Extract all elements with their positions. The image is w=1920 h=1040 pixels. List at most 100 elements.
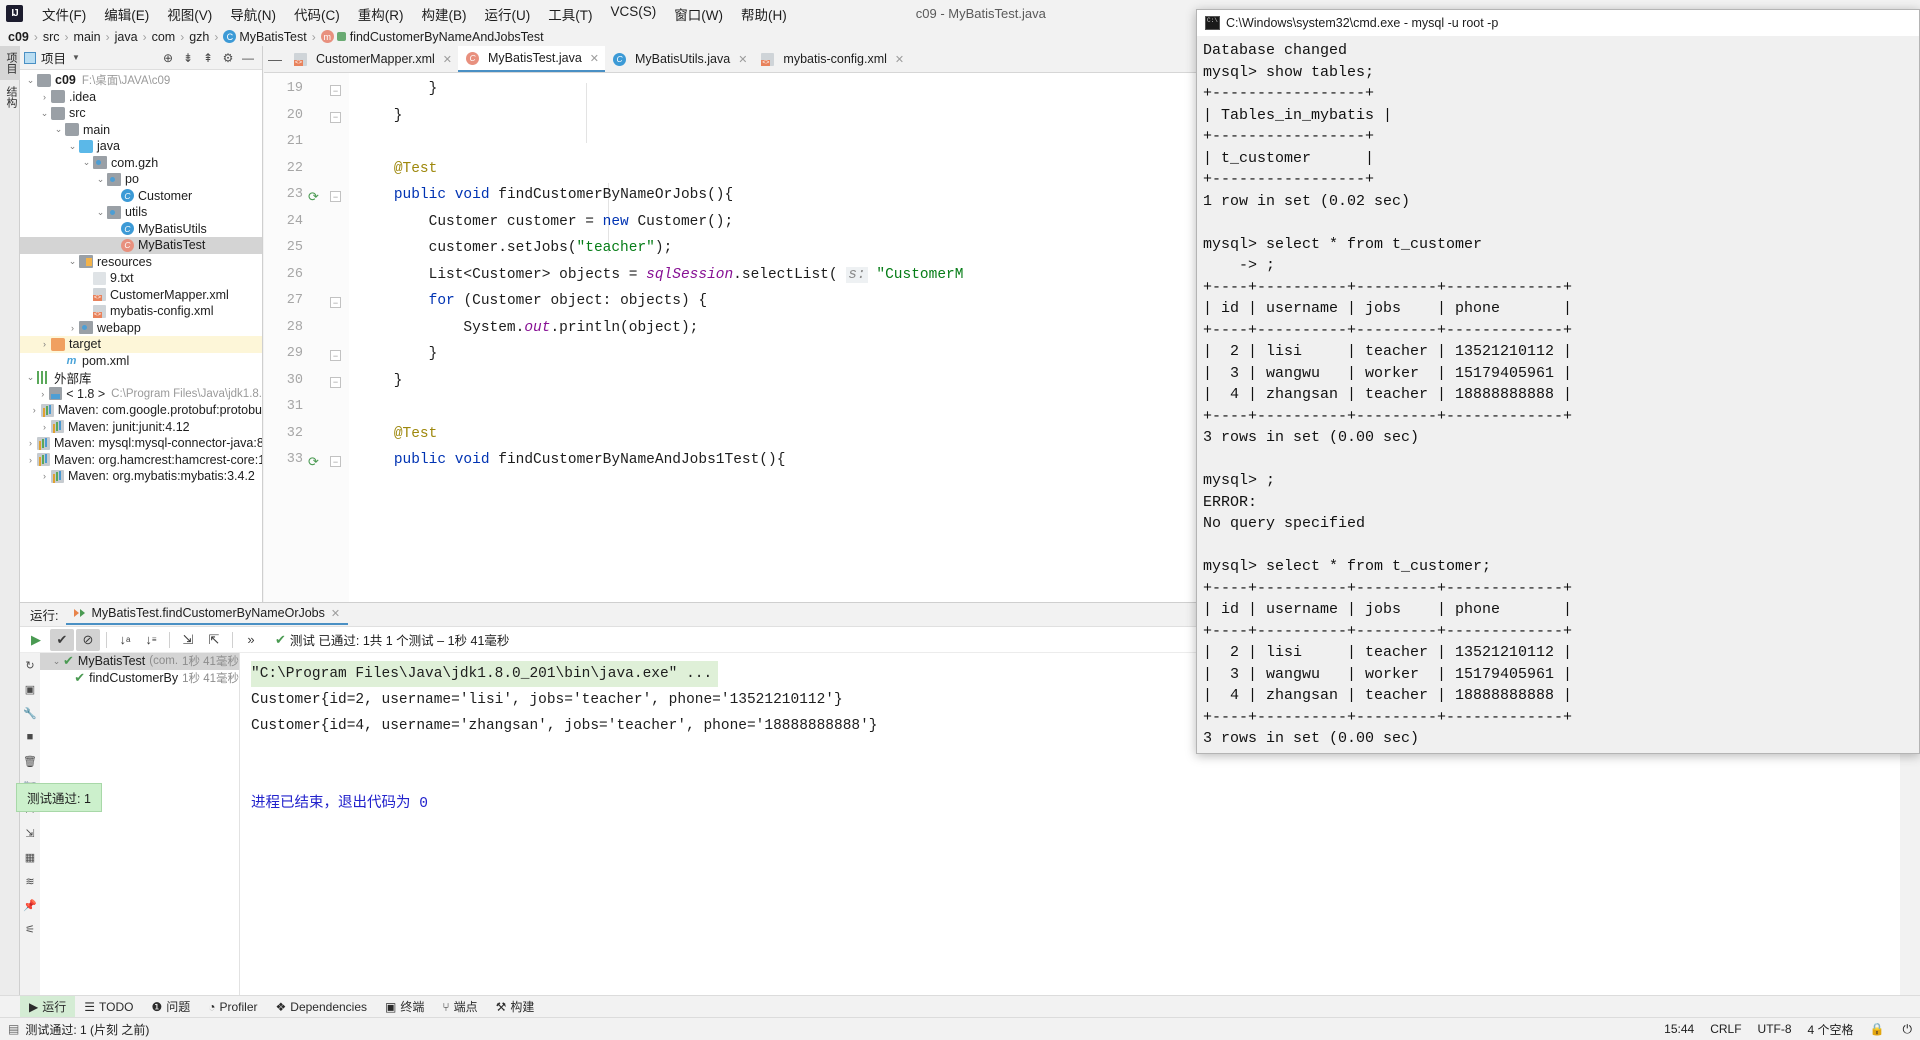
expand-arrow-icon[interactable]: ⌄ — [66, 256, 79, 267]
test-tree-node-0[interactable]: ⌄ ✔ MyBatisTest (com. 1秒 41毫秒 — [40, 653, 239, 670]
tree-node-webapp[interactable]: › webapp — [20, 320, 262, 337]
expand-arrow-icon[interactable]: ⌄ — [24, 75, 37, 86]
tree-node-maven--org-hamcrest-hamcrest-core-1[interactable]: › Maven: org.hamcrest:hamcrest-core:1 — [20, 452, 262, 469]
menu-item-9[interactable]: VCS(S) — [602, 1, 666, 27]
tree-node-maven--com-google-protobuf-protobu[interactable]: › Maven: com.google.protobuf:protobu — [20, 402, 262, 419]
expand-arrow-icon[interactable]: › — [38, 339, 51, 349]
history-icon[interactable]: ≋ — [22, 873, 38, 889]
tree-node-com-gzh[interactable]: ⌄ com.gzh — [20, 155, 262, 172]
tree-node-maven--junit-junit-4-12[interactable]: › Maven: junit:junit:4.12 — [20, 419, 262, 436]
tree-node-customermapper-xml[interactable]: CustomerMapper.xml — [20, 287, 262, 304]
test-tree-node-1[interactable]: ✔ findCustomerBy 1秒 41毫秒 — [40, 670, 239, 687]
breadcrumb-item-2[interactable]: main — [74, 30, 101, 44]
tree-node-pom-xml[interactable]: m pom.xml — [20, 353, 262, 370]
bottom-tab-profiler[interactable]: ◔ Profiler — [199, 998, 266, 1016]
breadcrumb-item-5[interactable]: gzh — [189, 30, 209, 44]
bottom-tab---[interactable]: ❶ 问题 — [142, 996, 199, 1017]
tree-node-9-txt[interactable]: 9.txt — [20, 270, 262, 287]
close-icon[interactable]: ✕ — [738, 53, 747, 66]
code-fold-icon[interactable]: − — [330, 350, 341, 361]
tree-node-c09[interactable]: ⌄ c09 F:\桌面\JAVA\c09 — [20, 72, 262, 89]
expand-arrow-icon[interactable]: › — [36, 389, 49, 399]
bottom-tab---[interactable]: ⚒ 构建 — [487, 996, 544, 1017]
expand-icon[interactable]: ⇞ — [198, 49, 218, 67]
import-icon[interactable]: ⇲ — [22, 825, 38, 841]
expand-arrow-icon[interactable]: ⌄ — [94, 207, 107, 218]
bottom-tab---[interactable]: ▣ 终端 — [376, 996, 433, 1017]
status-bar-item-2[interactable]: UTF-8 — [1758, 1022, 1792, 1036]
menu-item-5[interactable]: 重构(R) — [349, 1, 413, 27]
bottom-tab-dependencies[interactable]: ❖ Dependencies — [267, 998, 377, 1016]
breadcrumb-item-1[interactable]: src — [43, 30, 60, 44]
collapse-all-button[interactable]: ⇱ — [202, 629, 226, 651]
tree-node-mybatisutils[interactable]: C MyBatisUtils — [20, 221, 262, 238]
show-ignored-button[interactable]: ⊘ — [76, 628, 100, 651]
target-icon[interactable]: ⊕ — [158, 49, 178, 67]
hide-panel-icon[interactable]: — — [238, 49, 258, 67]
expand-arrow-icon[interactable]: › — [38, 471, 51, 481]
tree-node-target[interactable]: › target — [20, 336, 262, 353]
stop-icon[interactable]: ■ — [22, 729, 38, 745]
expand-arrow-icon[interactable]: ⌄ — [94, 174, 107, 185]
expand-arrow-icon[interactable]: ⌄ — [50, 656, 63, 667]
sort-by-duration-button[interactable]: ↓ ≡ — [139, 629, 163, 651]
tree-node-maven--org-mybatis-mybatis-3-4-2[interactable]: › Maven: org.mybatis:mybatis:3.4.2 — [20, 468, 262, 485]
editor-tab-mybatistest-java[interactable]: C MyBatisTest.java ✕ — [458, 46, 606, 72]
tool-tab-structure[interactable]: 结构 — [0, 80, 22, 114]
code-fold-icon[interactable]: − — [330, 297, 341, 308]
breadcrumb-item-0[interactable]: c09 — [8, 30, 29, 44]
collapse-all-icon[interactable]: ⇟ — [178, 49, 198, 67]
hide-editor-icon[interactable]: — — [264, 45, 286, 72]
code-fold-icon[interactable]: − — [330, 111, 341, 123]
tree-node-main[interactable]: ⌄ main — [20, 122, 262, 139]
expand-arrow-icon[interactable]: › — [38, 92, 51, 102]
tree-node-java[interactable]: ⌄ java — [20, 138, 262, 155]
run-configuration-tab[interactable]: MyBatisTest.findCustomerByNameOrJobs ✕ — [66, 604, 349, 625]
code-fold-icon[interactable]: − — [330, 376, 341, 388]
expand-all-button[interactable]: ⇲ — [176, 629, 200, 651]
expand-arrow-icon[interactable]: › — [38, 422, 51, 432]
menu-item-1[interactable]: 编辑(E) — [95, 1, 158, 27]
tree-node--idea[interactable]: › .idea — [20, 89, 262, 106]
trash-icon[interactable]: 🗑 — [22, 753, 38, 769]
breadcrumb-item-6[interactable]: C MyBatisTest — [223, 30, 307, 44]
pin-icon[interactable]: 📌 — [22, 897, 38, 913]
status-bar-item-0[interactable]: 15:44 — [1664, 1022, 1694, 1036]
menu-item-6[interactable]: 构建(B) — [413, 1, 476, 27]
more-options-button[interactable]: » — [239, 629, 263, 651]
filter-icon[interactable]: ⚟ — [22, 921, 38, 937]
menu-item-4[interactable]: 代码(C) — [285, 1, 349, 27]
settings-gear-icon[interactable]: ⚙ — [218, 49, 238, 67]
expand-arrow-icon[interactable]: ⌄ — [38, 108, 51, 119]
bottom-tab-todo[interactable]: ☰ TODO — [75, 998, 142, 1016]
close-icon[interactable]: ✕ — [443, 53, 452, 66]
rerun-failed-icon[interactable]: ↻ — [22, 657, 38, 673]
cmd-console-body[interactable]: Database changed mysql> show tables; +----… — [1197, 36, 1919, 753]
status-bar-item-3[interactable]: 4 个空格 — [1808, 1021, 1854, 1038]
expand-arrow-icon[interactable]: › — [24, 455, 37, 465]
menu-item-3[interactable]: 导航(N) — [221, 1, 285, 27]
cmd-window[interactable]: C:\Windows\system32\cmd.exe - mysql -u r… — [1196, 9, 1920, 754]
tree-node-maven--mysql-mysql-connector-java-8-[interactable]: › Maven: mysql:mysql-connector-java:8. — [20, 435, 262, 452]
editor-tab-mybatisutils-java[interactable]: C MyBatisUtils.java ✕ — [605, 46, 754, 72]
run-test-gutter-icon[interactable]: ⟳ — [308, 189, 324, 205]
code-fold-icon[interactable]: − — [330, 191, 341, 202]
close-icon[interactable]: ✕ — [590, 52, 599, 65]
tree-node-mybatistest[interactable]: C MyBatisTest — [20, 237, 262, 254]
tree-node-mybatis-config-xml[interactable]: mybatis-config.xml — [20, 303, 262, 320]
menu-item-7[interactable]: 运行(U) — [476, 1, 540, 27]
lock-icon[interactable]: 🔒 — [1870, 1022, 1897, 1036]
expand-arrow-icon[interactable]: ⌄ — [24, 372, 37, 383]
grid-icon[interactable]: ▦ — [22, 849, 38, 865]
breadcrumb-item-7[interactable]: m findCustomerByNameAndJobsTest — [320, 30, 544, 44]
expand-arrow-icon[interactable]: › — [28, 405, 41, 415]
chevron-down-icon[interactable]: ▼ — [72, 53, 80, 62]
tool-tab-project[interactable]: 项目 — [0, 46, 22, 80]
expand-arrow-icon[interactable]: › — [66, 323, 79, 333]
expand-arrow-icon[interactable]: › — [24, 438, 37, 448]
editor-tab-customermapper-xml[interactable]: CustomerMapper.xml ✕ — [286, 46, 459, 72]
menu-item-10[interactable]: 窗口(W) — [665, 1, 732, 27]
expand-arrow-icon[interactable]: ⌄ — [66, 141, 79, 152]
status-bar-item-1[interactable]: CRLF — [1710, 1022, 1741, 1036]
tree-node-resources[interactable]: ⌄ resources — [20, 254, 262, 271]
